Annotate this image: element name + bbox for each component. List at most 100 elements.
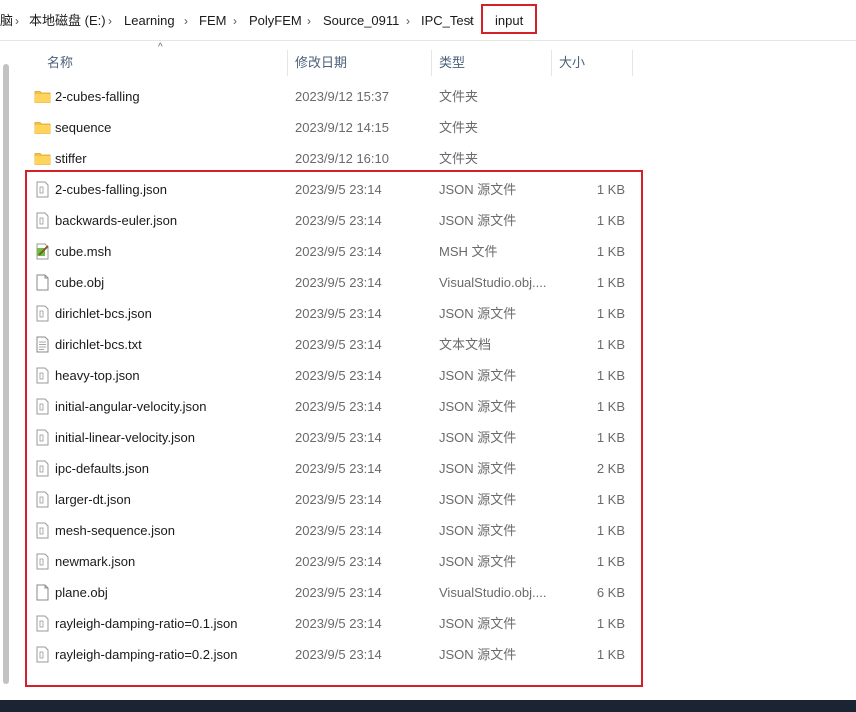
file-name: ipc-defaults.json — [55, 461, 149, 476]
file-size: 1 KB — [596, 523, 625, 538]
breadcrumb-item-computer[interactable]: 脑 — [0, 12, 13, 30]
file-name: initial-angular-velocity.json — [55, 399, 207, 414]
column-header-name[interactable]: 名称 — [47, 48, 73, 78]
chevron-right-icon: › — [108, 14, 112, 28]
file-modified: 2023/9/5 23:14 — [295, 306, 382, 321]
breadcrumb-item-current[interactable]: input — [481, 4, 538, 34]
json-file-icon — [34, 305, 51, 322]
breadcrumb-item-learning[interactable]: Learning — [124, 12, 175, 30]
file-name: initial-linear-velocity.json — [55, 430, 195, 445]
chevron-right-icon: › — [184, 14, 188, 28]
file-name: plane.obj — [55, 585, 108, 600]
breadcrumb-item-source[interactable]: Source_0911 — [323, 12, 399, 30]
list-item[interactable]: cube.msh 2023/9/5 23:14 MSH 文件 1 KB — [32, 236, 634, 267]
file-modified: 2023/9/12 15:37 — [295, 89, 389, 104]
list-item[interactable]: dirichlet-bcs.json 2023/9/5 23:14 JSON 源… — [32, 298, 634, 329]
breadcrumb-item-ipc-test[interactable]: IPC_Test — [421, 12, 474, 30]
folder-icon — [34, 150, 51, 167]
obj-file-icon — [34, 274, 51, 291]
file-name: cube.msh — [55, 244, 112, 259]
file-type: JSON 源文件 — [439, 306, 517, 321]
json-file-icon — [34, 491, 51, 508]
column-header-size[interactable]: 大小 — [559, 48, 585, 78]
file-modified: 2023/9/5 23:14 — [295, 461, 382, 476]
breadcrumb-item-polyfem[interactable]: PolyFEM — [249, 12, 302, 30]
file-modified: 2023/9/5 23:14 — [295, 368, 382, 383]
file-name: newmark.json — [55, 554, 136, 569]
file-name: 2-cubes-falling.json — [55, 182, 168, 197]
column-header-modified[interactable]: 修改日期 — [295, 48, 347, 78]
file-size: 1 KB — [596, 399, 625, 414]
file-name: rayleigh-damping-ratio=0.1.json — [55, 616, 238, 631]
list-item[interactable]: cube.obj 2023/9/5 23:14 VisualStudio.obj… — [32, 267, 634, 298]
column-header-type[interactable]: 类型 — [439, 48, 465, 78]
list-item[interactable]: rayleigh-damping-ratio=0.1.json 2023/9/5… — [32, 608, 634, 639]
file-type: JSON 源文件 — [439, 213, 517, 228]
vertical-scrollbar[interactable] — [3, 64, 9, 684]
list-item[interactable]: newmark.json 2023/9/5 23:14 JSON 源文件 1 K… — [32, 546, 634, 577]
file-type: JSON 源文件 — [439, 647, 517, 662]
list-item[interactable]: initial-linear-velocity.json 2023/9/5 23… — [32, 422, 634, 453]
file-type: JSON 源文件 — [439, 492, 517, 507]
msh-file-icon — [34, 243, 51, 260]
file-type: 文件夹 — [439, 151, 479, 166]
column-divider[interactable] — [551, 50, 552, 76]
json-file-icon — [34, 181, 51, 198]
file-type: 文件夹 — [439, 120, 479, 135]
column-divider[interactable] — [431, 50, 432, 76]
file-type: JSON 源文件 — [439, 554, 517, 569]
breadcrumb-item-drive[interactable]: 本地磁盘 (E:) — [29, 12, 106, 30]
list-item[interactable]: heavy-top.json 2023/9/5 23:14 JSON 源文件 1… — [32, 360, 634, 391]
list-item[interactable]: 2-cubes-falling.json 2023/9/5 23:14 JSON… — [32, 174, 634, 205]
file-type: VisualStudio.obj.... — [439, 585, 547, 600]
file-size: 1 KB — [596, 492, 625, 507]
list-item[interactable]: sequence 2023/9/12 14:15 文件夹 — [32, 112, 634, 143]
file-modified: 2023/9/5 23:14 — [295, 554, 382, 569]
file-type: JSON 源文件 — [439, 368, 517, 383]
file-size: 1 KB — [596, 213, 625, 228]
text-file-icon — [34, 336, 51, 353]
file-modified: 2023/9/5 23:14 — [295, 244, 382, 259]
list-item[interactable]: dirichlet-bcs.txt 2023/9/5 23:14 文本文档 1 … — [32, 329, 634, 360]
file-name: mesh-sequence.json — [55, 523, 175, 538]
list-item[interactable]: plane.obj 2023/9/5 23:14 VisualStudio.ob… — [32, 577, 634, 608]
file-size: 1 KB — [596, 430, 625, 445]
list-item[interactable]: larger-dt.json 2023/9/5 23:14 JSON 源文件 1… — [32, 484, 634, 515]
file-modified: 2023/9/5 23:14 — [295, 430, 382, 445]
file-size: 1 KB — [596, 616, 625, 631]
column-divider[interactable] — [287, 50, 288, 76]
file-type: JSON 源文件 — [439, 461, 517, 476]
file-size: 1 KB — [596, 647, 625, 662]
list-item[interactable]: rayleigh-damping-ratio=0.2.json 2023/9/5… — [32, 639, 634, 670]
file-name: dirichlet-bcs.json — [55, 306, 152, 321]
file-modified: 2023/9/5 23:14 — [295, 399, 382, 414]
file-size: 1 KB — [596, 368, 625, 383]
file-type: MSH 文件 — [439, 244, 498, 259]
list-item[interactable]: backwards-euler.json 2023/9/5 23:14 JSON… — [32, 205, 634, 236]
file-size: 6 KB — [596, 585, 625, 600]
breadcrumb-item-fem[interactable]: FEM — [199, 12, 226, 30]
file-size: 1 KB — [596, 337, 625, 352]
column-divider[interactable] — [632, 50, 633, 76]
file-size: 1 KB — [596, 306, 625, 321]
chevron-right-icon: › — [233, 14, 237, 28]
file-type: JSON 源文件 — [439, 182, 517, 197]
list-item[interactable]: initial-angular-velocity.json 2023/9/5 2… — [32, 391, 634, 422]
sort-ascending-icon: ^ — [158, 42, 163, 53]
list-item[interactable]: ipc-defaults.json 2023/9/5 23:14 JSON 源文… — [32, 453, 634, 484]
chevron-right-icon: › — [468, 14, 472, 28]
json-file-icon — [34, 398, 51, 415]
list-item[interactable]: stiffer 2023/9/12 16:10 文件夹 — [32, 143, 634, 174]
file-name: rayleigh-damping-ratio=0.2.json — [55, 647, 238, 662]
list-item[interactable]: mesh-sequence.json 2023/9/5 23:14 JSON 源… — [32, 515, 634, 546]
file-size: 1 KB — [596, 182, 625, 197]
file-name: 2-cubes-falling — [55, 89, 140, 104]
json-file-icon — [34, 615, 51, 632]
column-header-row: ^ 名称 修改日期 类型 大小 — [32, 42, 634, 78]
file-type: VisualStudio.obj.... — [439, 275, 547, 290]
list-item[interactable]: 2-cubes-falling 2023/9/12 15:37 文件夹 — [32, 81, 634, 112]
file-name: dirichlet-bcs.txt — [55, 337, 142, 352]
file-modified: 2023/9/5 23:14 — [295, 647, 382, 662]
file-modified: 2023/9/5 23:14 — [295, 585, 382, 600]
file-type: 文件夹 — [439, 89, 479, 104]
